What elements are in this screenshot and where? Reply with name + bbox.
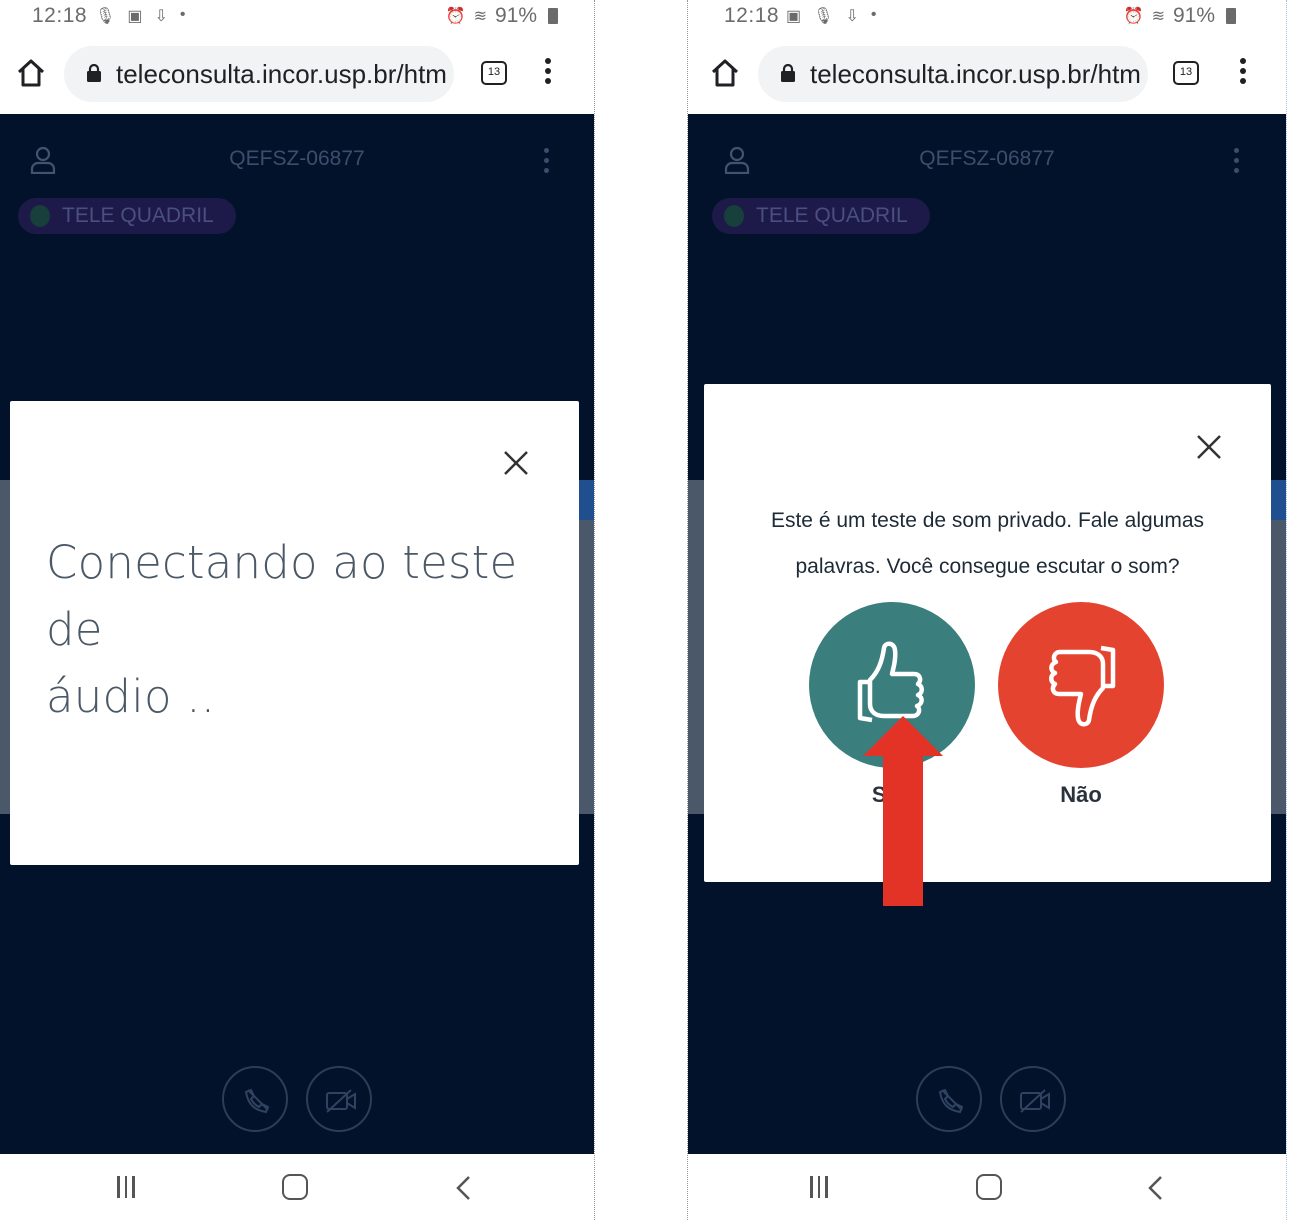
alarm-icon: ⏰ <box>445 8 466 25</box>
more-options-icon[interactable] <box>545 58 553 88</box>
url-text: teleconsulta.incor.usp.br/htm <box>810 59 1141 89</box>
room-name-badge: TELE QUADRIL <box>712 198 930 234</box>
home-nav-icon[interactable] <box>976 1174 1002 1200</box>
thumbs-down-icon <box>1049 645 1116 727</box>
no-circle[interactable] <box>998 602 1164 768</box>
mic-notification-icon: 🎙 <box>813 8 834 25</box>
room-code: QEFSZ-06877 <box>919 147 1055 170</box>
phone-screen-sound-test: 12:18 ▣ 🎙 ⇩ • ⏰ ≋ 91% teleconsulta.incor… <box>687 0 1287 1220</box>
gallery-notification-icon: ▣ <box>786 8 802 25</box>
recent-apps-icon[interactable] <box>117 1176 141 1200</box>
camera-toggle-button[interactable] <box>306 1066 372 1132</box>
close-icon[interactable] <box>501 448 531 478</box>
android-nav-bar <box>688 1154 1286 1220</box>
camera-toggle-button[interactable] <box>1000 1066 1066 1132</box>
system-icons: ⏰ ≋ 91% <box>1124 4 1236 28</box>
end-call-button[interactable] <box>222 1066 288 1132</box>
url-field[interactable]: teleconsulta.incor.usp.br/htm <box>64 46 454 102</box>
download-notification-icon: ⇩ <box>845 8 859 25</box>
status-bar: 12:18 ▣ 🎙 ⇩ • ⏰ ≋ 91% <box>688 0 1286 34</box>
camera-off-icon <box>1020 1089 1050 1113</box>
system-icons: ⏰ ≋ 91% <box>446 4 558 28</box>
microphone-icon <box>30 205 50 227</box>
url-text: teleconsulta.incor.usp.br/htm <box>116 59 447 89</box>
no-label: Não <box>1060 782 1102 807</box>
room-code: QEFSZ-06877 <box>229 147 365 170</box>
close-icon[interactable] <box>1194 432 1224 462</box>
microphone-icon <box>724 205 744 227</box>
call-menu-icon[interactable] <box>1234 148 1240 178</box>
question-line1: Este é um teste de som privado. Fale alg… <box>770 509 1205 532</box>
home-nav-icon[interactable] <box>282 1174 308 1200</box>
browser-address-bar: teleconsulta.incor.usp.br/htm 13 <box>688 34 1286 114</box>
notification-icons: 🎙 ▣ ⇩ • <box>95 6 185 26</box>
battery-icon <box>548 8 558 24</box>
download-notification-icon: ⇩ <box>154 8 168 25</box>
home-icon[interactable] <box>710 58 740 88</box>
annotation-arrow <box>863 716 943 906</box>
lock-icon <box>87 64 101 82</box>
connecting-message-line2: áudio .. <box>46 670 216 723</box>
url-field[interactable]: teleconsulta.incor.usp.br/htm <box>758 46 1148 102</box>
camera-off-icon <box>326 1089 356 1113</box>
battery-icon <box>1226 8 1236 24</box>
wifi-icon: ≋ <box>473 8 487 25</box>
end-call-icon <box>938 1088 964 1114</box>
status-time: 12:18 <box>32 4 88 27</box>
connecting-dialog: Conectando ao teste de áudio .. <box>10 401 579 865</box>
room-name-badge: TELE QUADRIL <box>18 198 236 234</box>
back-icon[interactable] <box>452 1174 476 1202</box>
room-name: TELE QUADRIL <box>756 204 908 227</box>
more-options-icon[interactable] <box>1240 58 1248 88</box>
call-menu-icon[interactable] <box>544 148 550 178</box>
call-controls <box>688 1066 1286 1136</box>
alarm-icon: ⏰ <box>1123 8 1144 25</box>
mic-notification-icon: 🎙 <box>95 8 116 25</box>
tab-switcher-icon[interactable]: 13 <box>481 61 507 85</box>
no-button[interactable]: Não <box>998 602 1164 822</box>
lock-icon <box>781 64 795 82</box>
android-nav-bar <box>0 1154 594 1220</box>
end-call-icon <box>244 1088 270 1114</box>
status-time: 12:18 <box>724 4 780 27</box>
connecting-message-line1: Conectando ao teste de <box>46 536 518 656</box>
home-icon[interactable] <box>16 58 46 88</box>
end-call-button[interactable] <box>916 1066 982 1132</box>
recent-apps-icon[interactable] <box>810 1176 834 1200</box>
wifi-icon: ≋ <box>1151 8 1165 25</box>
room-name: TELE QUADRIL <box>62 204 214 227</box>
phone-screen-connecting: 12:18 🎙 ▣ ⇩ • ⏰ ≋ 91% teleconsulta.incor… <box>0 0 595 1220</box>
tab-switcher-icon[interactable]: 13 <box>1173 61 1199 85</box>
battery-percent: 91% <box>1172 4 1215 27</box>
battery-percent: 91% <box>494 4 537 27</box>
gallery-notification-icon: ▣ <box>127 8 143 25</box>
status-bar: 12:18 🎙 ▣ ⇩ • ⏰ ≋ 91% <box>0 0 594 34</box>
sound-test-dialog: Este é um teste de som privado. Fale alg… <box>704 384 1271 882</box>
call-controls <box>0 1066 594 1136</box>
question-line2: palavras. Você consegue escutar o som? <box>795 555 1180 578</box>
back-icon[interactable] <box>1144 1174 1168 1202</box>
sound-test-question: Este é um teste de som privado. Fale alg… <box>704 498 1271 590</box>
notification-icons: ▣ 🎙 ⇩ • <box>786 6 876 26</box>
more-notifications-icon: • <box>179 6 186 23</box>
connecting-message: Conectando ao teste de áudio .. <box>46 529 546 730</box>
more-notifications-icon: • <box>870 6 877 23</box>
browser-address-bar: teleconsulta.incor.usp.br/htm 13 <box>0 34 594 114</box>
